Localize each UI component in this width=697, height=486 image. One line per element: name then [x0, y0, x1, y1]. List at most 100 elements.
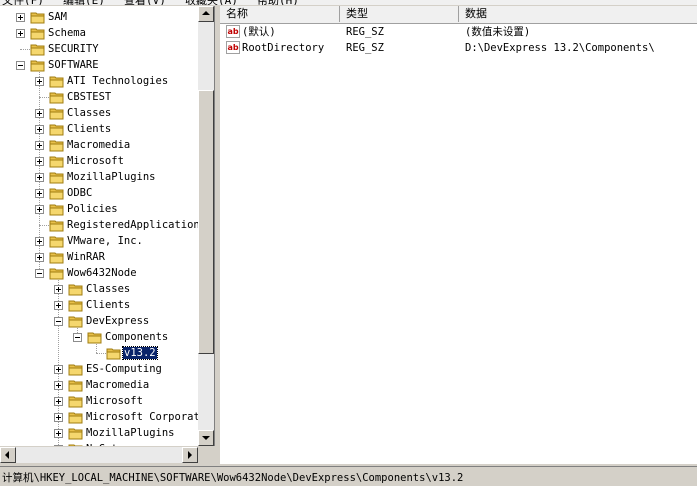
tree-node-label: Clients [86, 299, 131, 311]
folder-icon [49, 139, 65, 152]
tree-node-label: MozillaPlugins [67, 171, 156, 183]
column-header-type[interactable]: 类型 [340, 6, 459, 22]
folder-icon [49, 155, 65, 168]
folder-icon [68, 379, 84, 392]
tree-node[interactable]: Macromedia [0, 137, 198, 153]
tree-node[interactable]: Schema [0, 25, 198, 41]
expand-icon[interactable] [54, 381, 63, 390]
expand-icon[interactable] [16, 13, 25, 22]
tree-node[interactable]: ATI Technologies [0, 73, 198, 89]
tree-node[interactable]: Microsoft Corporati [0, 409, 198, 425]
tree-node[interactable]: RegisteredApplications [0, 217, 198, 233]
value-row[interactable]: ab (默认) REG_SZ (数值未设置) [220, 24, 697, 40]
expand-icon[interactable] [35, 77, 44, 86]
scroll-thumb[interactable] [198, 90, 214, 354]
expand-icon[interactable] [16, 29, 25, 38]
tree-node-label: v13.2 [122, 346, 158, 360]
tree-node[interactable]: Classes [0, 105, 198, 121]
scroll-down-button[interactable] [198, 430, 214, 446]
folder-icon [49, 171, 65, 184]
expand-icon[interactable] [35, 157, 44, 166]
tree-node-label: Wow6432Node [67, 267, 137, 279]
menu-item[interactable]: 编辑(E) [63, 0, 105, 5]
tree-node[interactable]: VMware, Inc. [0, 233, 198, 249]
expand-icon[interactable] [35, 173, 44, 182]
folder-icon [49, 203, 65, 216]
expand-icon[interactable] [54, 285, 63, 294]
expand-icon[interactable] [35, 189, 44, 198]
tree-node[interactable]: Microsoft [0, 153, 198, 169]
folder-icon [30, 43, 46, 56]
tree-node[interactable]: WinRAR [0, 249, 198, 265]
tree-node[interactable]: Classes [0, 281, 198, 297]
value-data: D:\DevExpress 13.2\Components\ [465, 42, 655, 54]
tree-node-label: Policies [67, 203, 118, 215]
folder-icon [49, 219, 65, 232]
tree-node-label: Microsoft Corporati [86, 411, 198, 423]
tree-node-label: Schema [48, 27, 86, 39]
collapse-icon[interactable] [73, 333, 82, 342]
scroll-right-button[interactable] [182, 447, 198, 463]
value-name: RootDirectory [242, 42, 325, 54]
expand-icon[interactable] [54, 397, 63, 406]
tree-node[interactable]: MozillaPlugins [0, 169, 198, 185]
folder-icon [49, 235, 65, 248]
tree-horizontal-scrollbar[interactable] [0, 446, 214, 464]
expand-icon[interactable] [35, 205, 44, 214]
tree-node-label: Macromedia [86, 379, 150, 391]
arrow-down-icon [202, 436, 210, 440]
value-type: REG_SZ [346, 26, 384, 38]
expand-icon[interactable] [35, 141, 44, 150]
tree-node-label: Classes [67, 107, 112, 119]
tree-guide-line [20, 49, 30, 50]
expand-icon[interactable] [35, 253, 44, 262]
tree-node[interactable]: v13.2 [0, 345, 198, 361]
tree-node-label: VMware, Inc. [67, 235, 143, 247]
tree-node[interactable]: Wow6432Node [0, 265, 198, 281]
tree-node-label: Classes [86, 283, 131, 295]
expand-icon[interactable] [35, 125, 44, 134]
tree-node[interactable]: Policies [0, 201, 198, 217]
expand-icon[interactable] [54, 429, 63, 438]
menu-item[interactable]: 收藏夹(A) [185, 0, 238, 5]
tree-node[interactable]: Microsoft [0, 393, 198, 409]
expand-icon[interactable] [54, 413, 63, 422]
menu-item[interactable]: 文件(F) [2, 0, 44, 5]
tree-node-label: DevExpress [86, 315, 150, 327]
expand-icon[interactable] [54, 301, 63, 310]
folder-icon [68, 427, 84, 440]
tree-node[interactable]: ES-Computing [0, 361, 198, 377]
tree-node[interactable]: ODBC [0, 185, 198, 201]
arrow-left-icon [5, 451, 9, 459]
tree-node[interactable]: SAM [0, 9, 198, 25]
arrow-right-icon [188, 451, 192, 459]
tree-node[interactable]: SOFTWARE [0, 57, 198, 73]
tree-node[interactable]: SECURITY [0, 41, 198, 57]
expand-icon[interactable] [54, 365, 63, 374]
tree-node[interactable]: Components [0, 329, 198, 345]
collapse-icon[interactable] [16, 61, 25, 70]
tree-node-label: ODBC [67, 187, 93, 199]
tree-node[interactable]: Macromedia [0, 377, 198, 393]
tree-node[interactable]: CBSTEST [0, 89, 198, 105]
tree-node-label: WinRAR [67, 251, 105, 263]
column-header-name[interactable]: 名称 [220, 6, 340, 22]
scroll-track[interactable] [16, 447, 182, 463]
collapse-icon[interactable] [35, 269, 44, 278]
folder-icon [49, 251, 65, 264]
expand-icon[interactable] [35, 109, 44, 118]
scroll-left-button[interactable] [0, 447, 16, 463]
scroll-up-button[interactable] [198, 6, 214, 22]
menu-item[interactable]: 查看(V) [124, 0, 166, 5]
tree-node[interactable]: MozillaPlugins [0, 425, 198, 441]
collapse-icon[interactable] [54, 317, 63, 326]
tree-node[interactable]: DevExpress [0, 313, 198, 329]
tree-vertical-scrollbar[interactable] [198, 6, 214, 446]
expand-icon[interactable] [35, 237, 44, 246]
menu-item[interactable]: 帮助(H) [257, 0, 299, 5]
value-row[interactable]: ab RootDirectory REG_SZ D:\DevExpress 13… [220, 40, 697, 56]
tree-node[interactable]: Clients [0, 297, 198, 313]
tree-node[interactable]: Clients [0, 121, 198, 137]
folder-icon [68, 363, 84, 376]
column-header-data[interactable]: 数据 [459, 6, 697, 22]
